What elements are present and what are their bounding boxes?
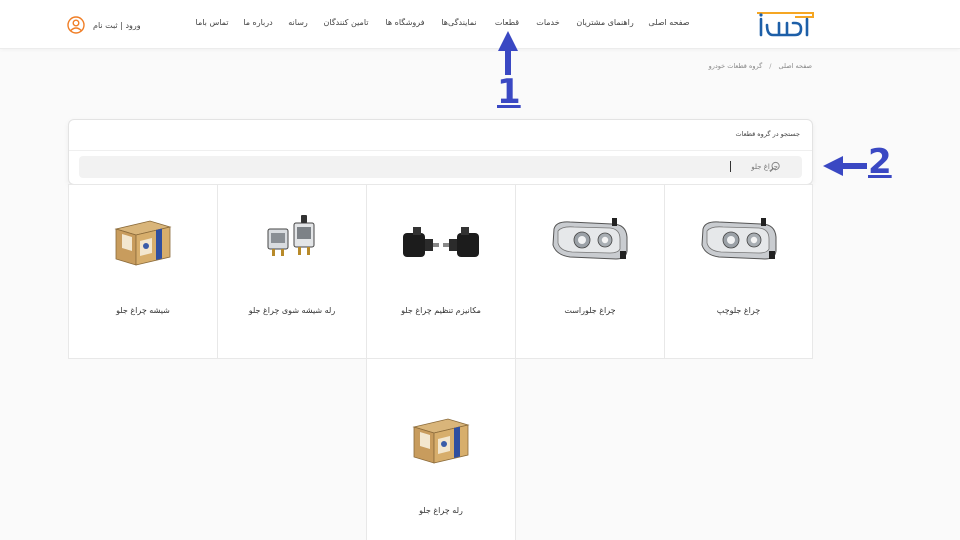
product-card[interactable]: چراغ جلوراست: [515, 184, 665, 359]
nav-parts[interactable]: قطعات: [495, 18, 519, 27]
nav-contact[interactable]: تماس باما: [196, 18, 229, 27]
search-input[interactable]: [118, 161, 778, 173]
nav-dealers[interactable]: نمایندگی‌ها: [441, 18, 476, 27]
nav-home[interactable]: صفحه اصلی: [648, 18, 689, 27]
nav-about[interactable]: درباره ما: [243, 18, 272, 27]
search-divider: [69, 150, 812, 151]
breadcrumb-current: گروه قطعات خودرو: [708, 62, 763, 70]
annotation-number: 1: [497, 72, 521, 112]
product-name[interactable]: رله شیشه شوی چراغ جلو: [218, 306, 366, 315]
product-card[interactable]: شیشه چراغ جلو: [68, 184, 218, 359]
search-box[interactable]: [79, 156, 802, 178]
site-header: صفحه اصلی راهنمای مشتریان خدمات قطعات نم…: [0, 0, 960, 49]
breadcrumb: صفحه اصلی / گروه قطعات خودرو: [709, 62, 812, 70]
search-panel-title: جستجو در گروه قطعات: [735, 130, 800, 138]
nav-customer-guide[interactable]: راهنمای مشتریان: [576, 18, 633, 27]
search-panel: جستجو در گروه قطعات: [68, 119, 813, 185]
nav-media[interactable]: رسانه: [288, 18, 308, 27]
headlight-adjuster-image: [403, 227, 479, 257]
product-name[interactable]: شیشه چراغ جلو: [69, 306, 217, 315]
product-card[interactable]: رله چراغ جلو: [366, 358, 516, 540]
product-name[interactable]: چراغ جلوراست: [516, 306, 664, 315]
nav-stores[interactable]: فروشگاه ها: [385, 18, 424, 27]
annotation-arrow-up-icon: [498, 31, 518, 75]
product-card[interactable]: مکانیزم تنظیم چراغ جلو: [366, 184, 516, 359]
product-card[interactable]: رله شیشه شوی چراغ جلو: [217, 184, 367, 359]
user-circle-icon: [67, 16, 85, 34]
login-button[interactable]: ورود | ثبت نام: [67, 15, 141, 35]
nav-suppliers[interactable]: تامین کنندگان: [324, 18, 369, 27]
headlight-image: [700, 218, 776, 260]
product-name[interactable]: رله چراغ جلو: [367, 506, 515, 515]
breadcrumb-separator: /: [769, 62, 772, 70]
main-nav: صفحه اصلی راهنمای مشتریان خدمات قطعات نم…: [0, 18, 960, 32]
box-image: [114, 220, 172, 266]
annotation-number: 2: [868, 142, 892, 182]
breadcrumb-home[interactable]: صفحه اصلی: [779, 62, 812, 70]
text-caret: [730, 161, 731, 172]
product-card[interactable]: چراغ جلوچپ: [664, 184, 813, 359]
product-name[interactable]: چراغ جلوچپ: [665, 306, 812, 315]
nav-services[interactable]: خدمات: [536, 18, 559, 27]
product-name[interactable]: مکانیزم تنظیم چراغ جلو: [367, 306, 515, 315]
login-label[interactable]: ورود | ثبت نام: [93, 21, 141, 30]
headlight-image: [552, 218, 628, 260]
box-image: [412, 418, 470, 464]
relay-image: [267, 215, 315, 256]
annotation-arrow-left-icon: [823, 156, 867, 176]
